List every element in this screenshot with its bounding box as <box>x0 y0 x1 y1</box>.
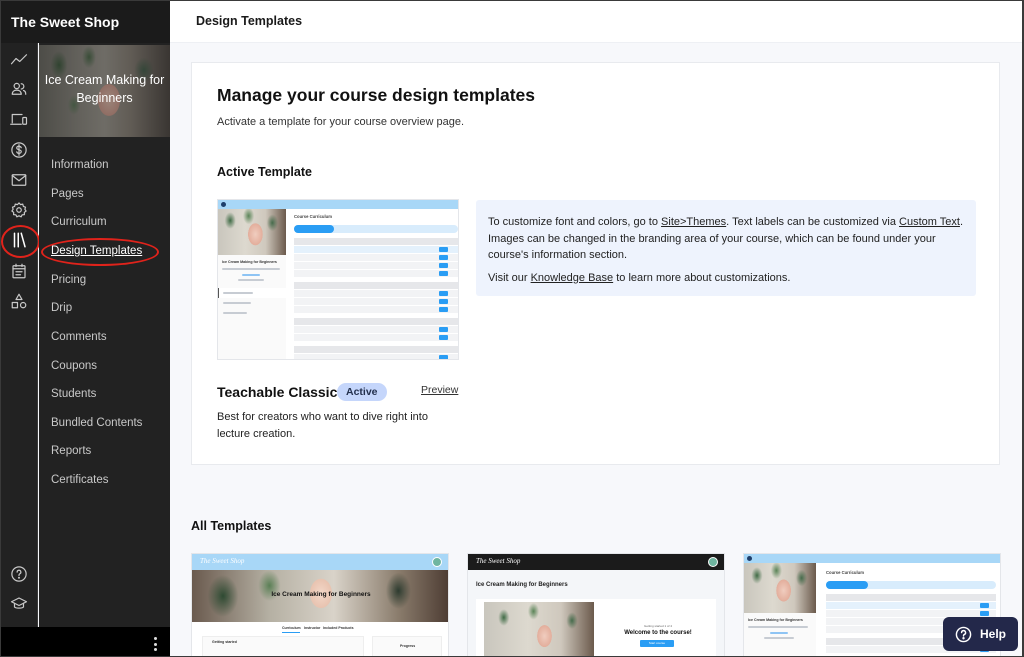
subnav-item-certificates[interactable]: Certificates <box>51 474 109 486</box>
app-window: The Sweet Shop Ice Cream Making for Begi… <box>1 1 1022 656</box>
template-2-brand: The Sweet Shop <box>476 557 521 565</box>
template-1-course-title: Ice Cream Making for Beginners <box>271 591 371 598</box>
icon-rail <box>1 43 38 627</box>
shapes-icon[interactable] <box>8 290 30 312</box>
calendar-icon[interactable] <box>8 260 30 282</box>
main-subheading: Activate a template for your course over… <box>217 116 465 128</box>
subnav-item-pages[interactable]: Pages <box>51 188 84 200</box>
library-icon[interactable] <box>8 229 30 251</box>
active-template-thumbnail[interactable]: Ice Cream Making for Beginners Course Cu… <box>217 199 459 360</box>
active-template-description: Best for creators who want to dive right… <box>217 411 428 440</box>
subnav-item-information[interactable]: Information <box>51 159 109 171</box>
thumb-section-title: Course Curriculum <box>294 214 332 219</box>
users-icon[interactable] <box>8 78 30 100</box>
template-1-tab: Curriculum <box>282 626 301 630</box>
page-header: Design Templates <box>170 1 1022 43</box>
info-text: . Text labels can be customized via <box>726 216 900 228</box>
template-card-2[interactable]: The Sweet Shop Ice Cream Making for Begi… <box>467 553 725 656</box>
course-title: Ice Cream Making for Beginners <box>44 73 165 105</box>
info-text: Visit our <box>488 271 531 284</box>
template-3-course-title: Ice Cream Making for Beginners <box>748 618 803 622</box>
customization-info-box: To customize font and colors, go to Site… <box>476 200 976 296</box>
help-circle-icon[interactable] <box>8 563 30 585</box>
help-button[interactable]: Help <box>943 617 1018 651</box>
help-icon <box>955 626 972 642</box>
subnav-item-comments[interactable]: Comments <box>51 331 107 343</box>
subnav-item-pricing[interactable]: Pricing <box>51 274 86 286</box>
graduation-cap-icon[interactable] <box>8 593 30 615</box>
template-2-start-button: Start course <box>640 640 674 647</box>
active-template-heading: Active Template <box>217 165 312 179</box>
template-2-welcome: Welcome to the course! <box>624 630 692 636</box>
active-status-badge: Active <box>337 383 387 401</box>
analytics-icon[interactable] <box>8 49 30 71</box>
school-name[interactable]: The Sweet Shop <box>1 1 170 43</box>
more-options-icon[interactable] <box>153 637 157 651</box>
template-3-image <box>744 563 816 613</box>
help-label: Help <box>979 627 1006 641</box>
template-1-section: Getting started <box>212 640 237 644</box>
template-card-1[interactable]: The Sweet Shop Ice Cream Making for Begi… <box>191 553 449 656</box>
subnav-item-bundled-contents[interactable]: Bundled Contents <box>51 417 142 429</box>
knowledge-base-link[interactable]: Knowledge Base <box>531 272 614 284</box>
template-1-tab: Instructor <box>304 626 321 630</box>
template-2-image <box>484 602 594 656</box>
template-1-progress-label: Progress <box>400 644 416 648</box>
mail-icon[interactable] <box>8 169 30 191</box>
thumb-header-bar <box>218 200 458 209</box>
page-title: Design Templates <box>196 14 303 28</box>
site-themes-link[interactable]: Site>Themes <box>661 216 726 228</box>
template-3-section-title: Course Curriculum <box>826 570 864 575</box>
subnav-item-design-templates[interactable]: Design Templates <box>51 245 142 257</box>
info-paragraph-1: To customize font and colors, go to Site… <box>488 214 964 264</box>
thumb-course-image <box>218 209 286 255</box>
template-3-header <box>744 554 1000 563</box>
info-text: to learn more about customizations. <box>613 271 791 284</box>
main-heading: Manage your course design templates <box>217 85 536 105</box>
template-1-avatar <box>432 557 442 567</box>
active-template-name: Teachable Classic <box>217 384 338 400</box>
all-templates-heading: All Templates <box>191 519 272 533</box>
thumb-course-title: Ice Cream Making for Beginners <box>222 260 277 264</box>
subnav-item-curriculum[interactable]: Curriculum <box>51 216 107 228</box>
template-2-course-title: Ice Cream Making for Beginners <box>476 582 568 588</box>
info-text: To customize font and colors, go to <box>488 216 662 228</box>
template-2-avatar <box>708 557 718 567</box>
subnav-item-students[interactable]: Students <box>51 388 96 400</box>
template-1-brand: The Sweet Shop <box>200 557 245 565</box>
course-subnav: Ice Cream Making for Beginners Informati… <box>39 43 170 627</box>
devices-icon[interactable] <box>8 108 30 130</box>
design-templates-card: Manage your course design templates Acti… <box>191 62 1000 465</box>
subnav-item-coupons[interactable]: Coupons <box>51 360 97 372</box>
info-paragraph-2: Visit our Knowledge Base to learn more a… <box>488 270 964 287</box>
template-1-tab: Included Products <box>323 626 354 630</box>
subnav-item-drip[interactable]: Drip <box>51 302 72 314</box>
custom-text-link[interactable]: Custom Text <box>899 216 960 228</box>
gear-icon[interactable] <box>8 199 30 221</box>
subnav-item-reports[interactable]: Reports <box>51 445 91 457</box>
dollar-icon[interactable] <box>8 139 30 161</box>
sidebar-footer <box>1 627 170 656</box>
template-2-subtitle: Getting started 1 of 4 <box>643 624 673 628</box>
preview-link[interactable]: Preview <box>421 384 458 396</box>
